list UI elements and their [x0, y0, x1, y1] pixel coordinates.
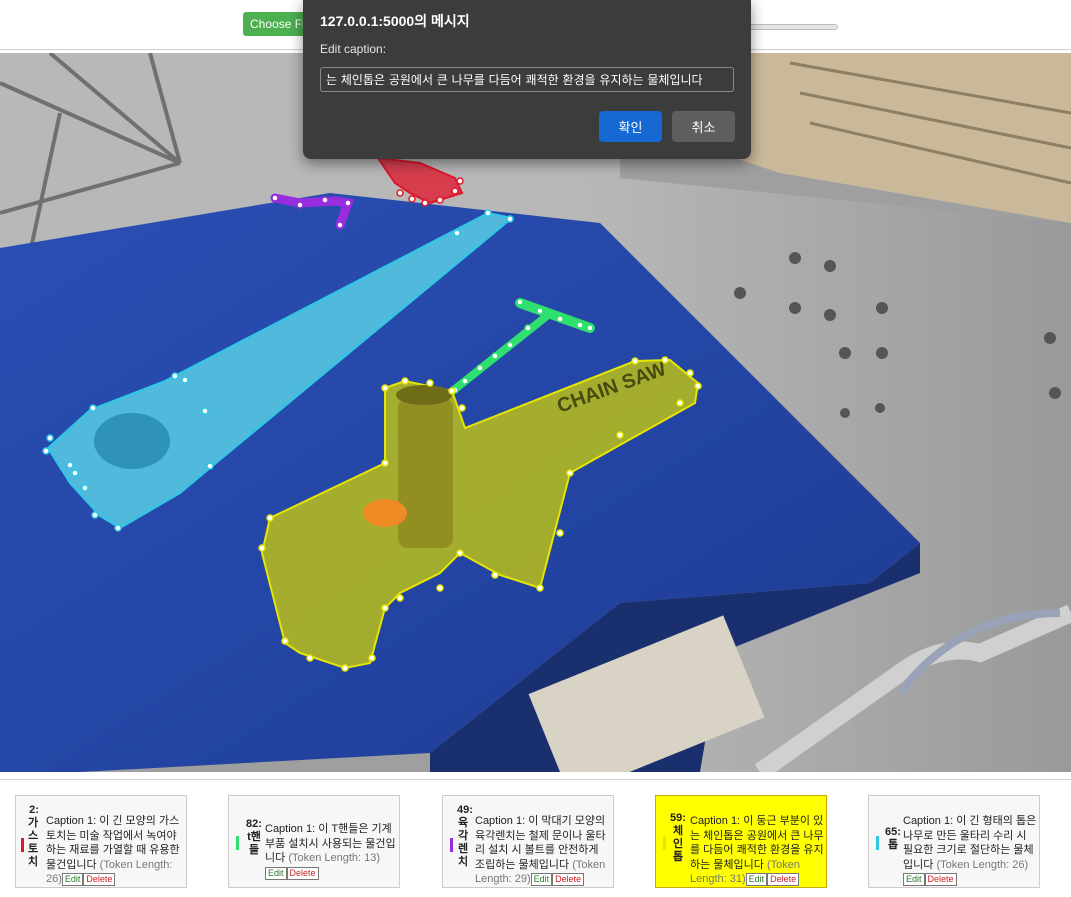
caption-name: t핸들 — [247, 831, 261, 856]
delete-button[interactable]: Delete — [83, 873, 116, 886]
edit-caption-dialog: 127.0.0.1:5000의 메시지 Edit caption: 확인 취소 — [303, 0, 751, 159]
dialog-label: Edit caption: — [320, 42, 387, 56]
token-length: (Token Length: 13) — [288, 852, 381, 864]
color-swatch — [876, 836, 879, 850]
caption-card: 2: 가스토치 Caption 1: 이 긴 모양의 가스토치는 미술 작업에서… — [15, 795, 187, 888]
edit-button[interactable]: Edit — [745, 873, 768, 886]
caption-text: Caption 1: 이 둥근 부분이 있는 체인톱은 공원에서 큰 나무를 다… — [690, 814, 824, 887]
dialog-title: 127.0.0.1:5000의 메시지 — [320, 13, 470, 29]
scene-canvas: CHAIN SAW — [0, 53, 1071, 772]
caption-id: 65: 톱 — [885, 826, 901, 852]
delete-button[interactable]: Delete — [552, 873, 585, 886]
caption-input[interactable] — [320, 67, 734, 92]
caption-text: Caption 1: 이 T핸들은 기계 부품 설치시 사용되는 물건입니다 (… — [265, 822, 397, 880]
caption-text: Caption 1: 이 긴 모양의 가스토치는 미술 작업에서 녹여야 하는 … — [46, 814, 184, 887]
caption-id: 82: t핸들 — [244, 818, 264, 857]
edit-button[interactable]: Edit — [61, 873, 84, 886]
caption-name: 체인톱 — [672, 825, 684, 863]
caption-id-text: 82: — [246, 818, 262, 830]
caption-card: 65: 톱 Caption 1: 이 긴 형태의 톱은 나무로 만든 울타리 수… — [868, 795, 1040, 888]
delete-button[interactable]: Delete — [924, 873, 957, 886]
token-length: (Token Length: 26) — [936, 858, 1029, 871]
caption-id: 59: 체인톱 — [670, 812, 686, 864]
caption-name: 육각렌치 — [457, 817, 469, 868]
caption-id-text: 59: — [670, 812, 686, 824]
color-swatch — [21, 838, 24, 852]
caption-name: 가스토치 — [27, 817, 39, 868]
delete-button[interactable]: Delete — [767, 873, 800, 886]
annotated-image[interactable]: CHAIN SAW — [0, 53, 1071, 772]
orange-knob — [363, 499, 407, 527]
cancel-button[interactable]: 취소 — [672, 111, 735, 142]
caption-id: 49: 육각렌치 — [457, 804, 473, 869]
caption-body: Caption 1: 이 둥근 부분이 있는 체인톱은 공원에서 큰 나무를 다… — [690, 815, 824, 871]
slider-track[interactable] — [748, 24, 838, 30]
caption-text: Caption 1: 이 긴 형태의 톱은 나무로 만든 울타리 수리 시 필요… — [903, 814, 1037, 887]
color-swatch — [236, 836, 239, 850]
divider — [0, 779, 1071, 780]
caption-id: 2: 가스토치 — [27, 804, 41, 869]
delete-button[interactable]: Delete — [286, 866, 319, 880]
caption-card-active: 59: 체인톱 Caption 1: 이 둥근 부분이 있는 체인톱은 공원에서… — [655, 795, 827, 888]
caption-name: 톱 — [887, 839, 899, 851]
color-swatch — [450, 838, 453, 852]
edit-button[interactable]: Edit — [265, 866, 287, 880]
ok-button[interactable]: 확인 — [599, 111, 662, 142]
caption-card: 82: t핸들 Caption 1: 이 T핸들은 기계 부품 설치시 사용되는… — [228, 795, 400, 888]
caption-card: 49: 육각렌치 Caption 1: 이 막대기 모양의 육각렌치는 철제 문… — [442, 795, 614, 888]
color-swatch — [663, 836, 666, 850]
edit-button[interactable]: Edit — [903, 873, 925, 886]
caption-id-text: 2: — [29, 804, 39, 816]
edit-button[interactable]: Edit — [530, 873, 553, 886]
caption-id-text: 49: — [457, 804, 473, 816]
caption-list: 2: 가스토치 Caption 1: 이 긴 모양의 가스토치는 미술 작업에서… — [0, 795, 1071, 890]
caption-text: Caption 1: 이 막대기 모양의 육각렌치는 철제 문이나 울타리 설치… — [475, 814, 611, 887]
caption-id-text: 65: — [885, 826, 901, 838]
